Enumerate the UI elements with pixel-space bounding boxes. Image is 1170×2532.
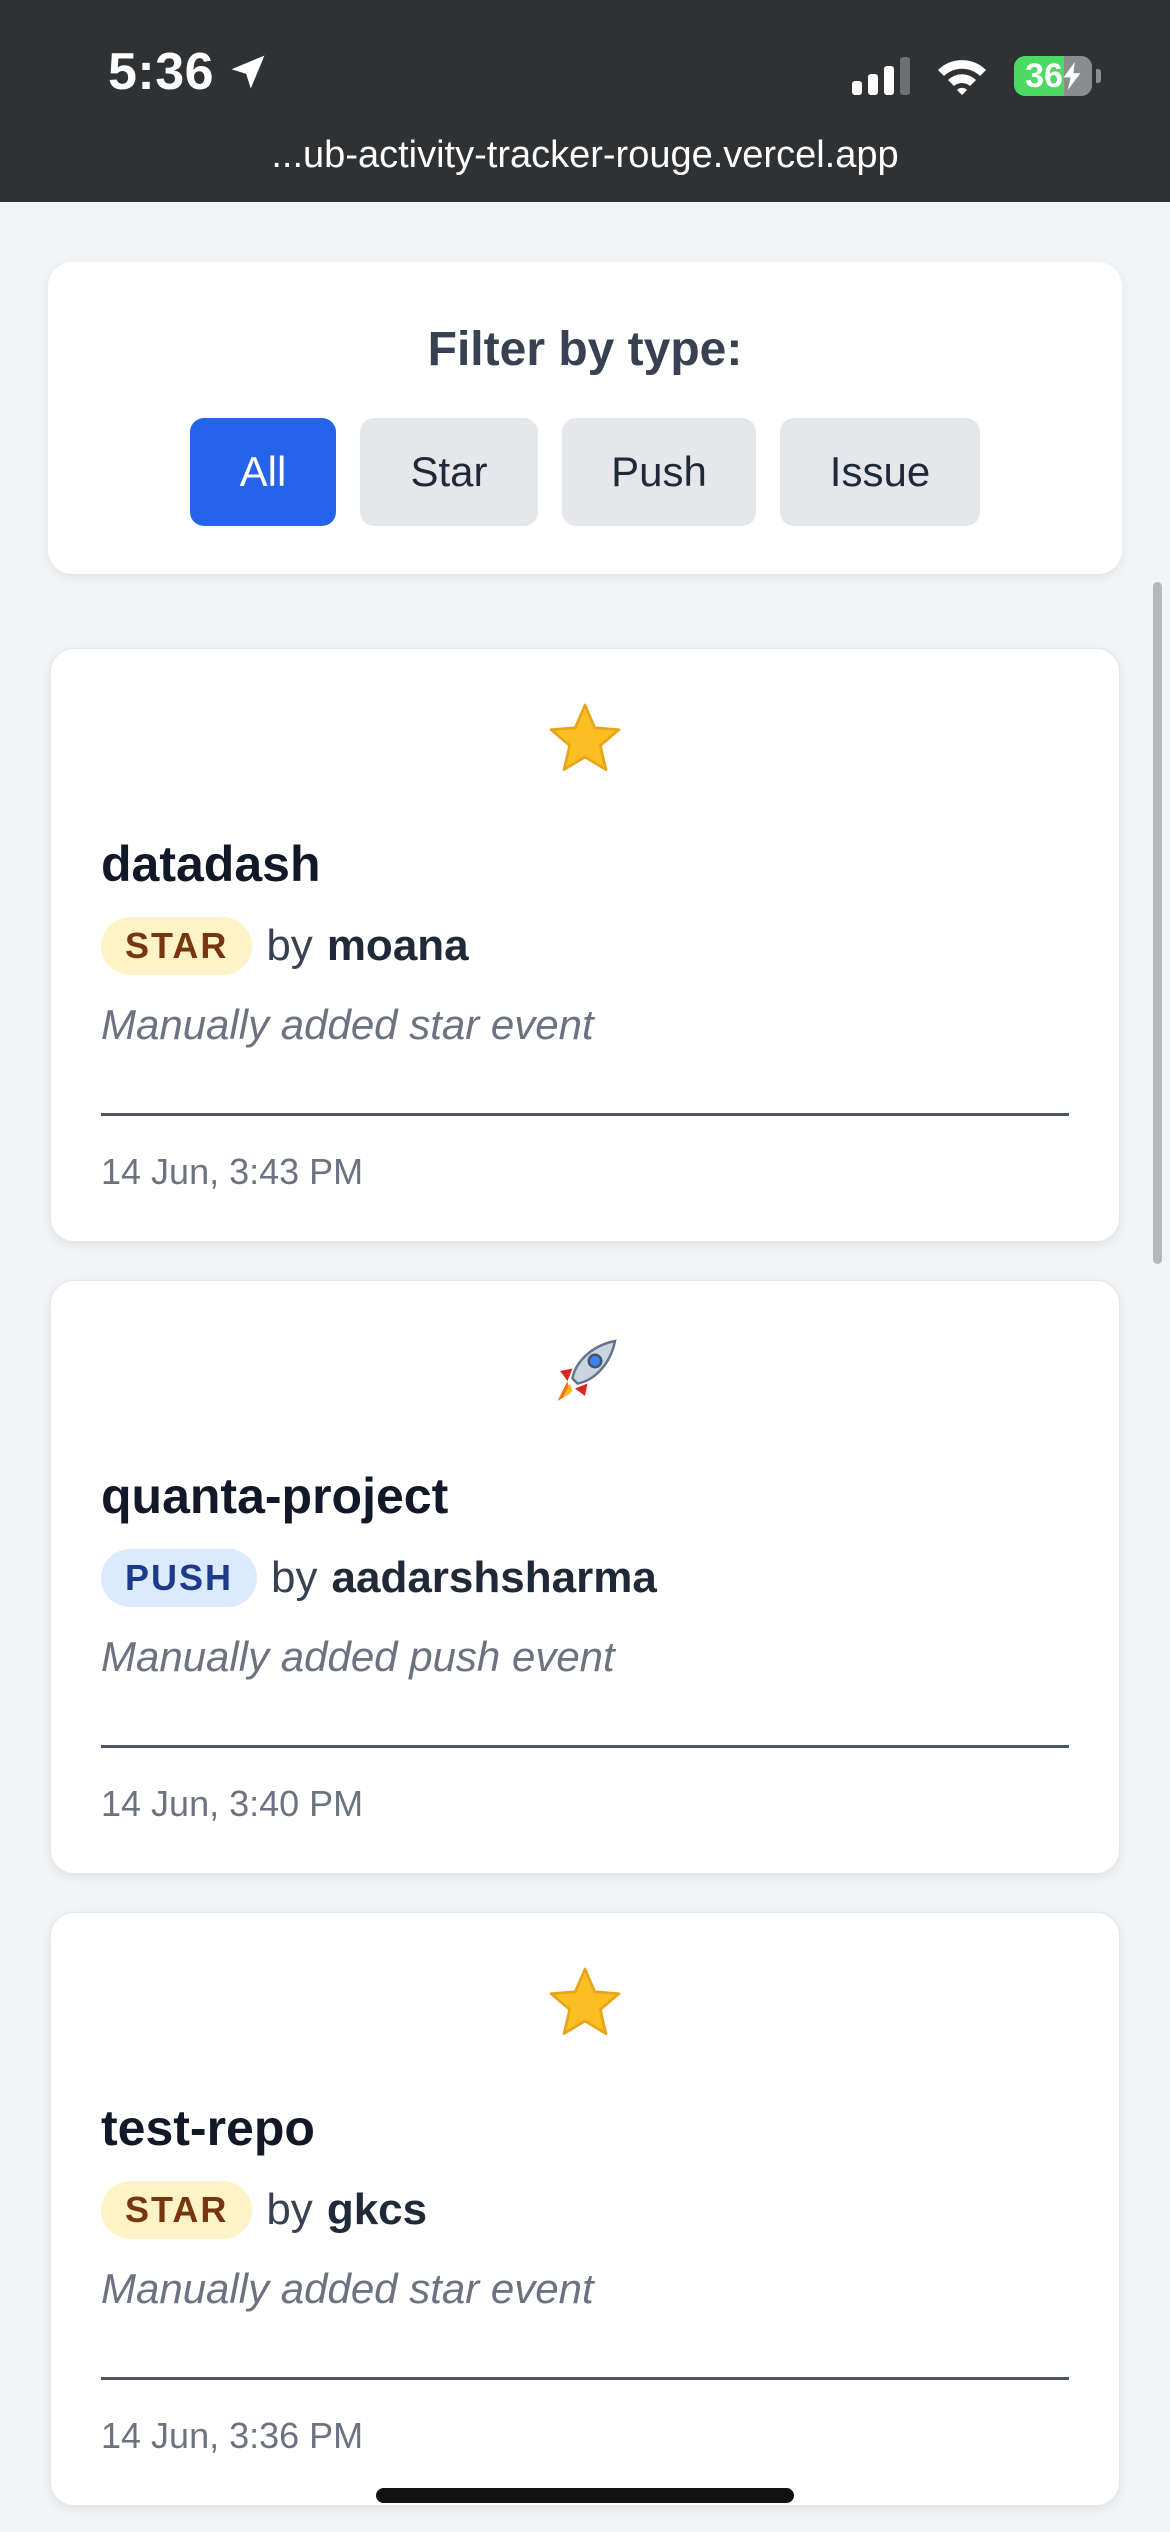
event-description: Manually added star event — [101, 2265, 594, 2312]
star-icon — [549, 1967, 621, 2035]
repo-name[interactable]: test-repo — [101, 2099, 315, 2157]
event-card: quanta-project PUSH by aadarshsharma Man… — [50, 1280, 1120, 1874]
event-meta: STAR by moana — [101, 917, 469, 975]
event-icon — [51, 1331, 1119, 1411]
event-meta: PUSH by aadarshsharma — [101, 1549, 657, 1607]
event-timestamp: 14 Jun, 3:40 PM — [101, 1783, 364, 1824]
battery-level: 36 — [1025, 57, 1081, 96]
repo-name[interactable]: quanta-project — [101, 1467, 448, 1525]
by-label: by — [266, 921, 313, 970]
filter-push-button[interactable]: Push — [562, 418, 756, 526]
event-card: test-repo STAR by gkcs Manually added st… — [50, 1912, 1120, 2506]
star-icon — [549, 703, 621, 771]
by-label: by — [266, 2185, 313, 2234]
event-icon — [51, 1963, 1119, 2043]
status-icons: 36 — [852, 56, 1101, 96]
divider — [101, 2377, 1069, 2380]
filter-star-button[interactable]: Star — [360, 418, 538, 526]
wifi-icon — [938, 60, 986, 95]
event-meta: STAR by gkcs — [101, 2181, 427, 2239]
event-description: Manually added push event — [101, 1633, 615, 1680]
filter-title: Filter by type: — [427, 323, 743, 376]
filter-issue-button[interactable]: Issue — [780, 418, 980, 526]
event-user: aadarshsharma — [331, 1553, 657, 1602]
divider — [101, 1113, 1069, 1116]
battery-charging-icon: 36 — [1014, 56, 1101, 96]
scrollbar[interactable] — [1153, 582, 1162, 1264]
event-type-badge: STAR — [101, 917, 253, 975]
event-user: gkcs — [326, 2185, 428, 2234]
event-card: datadash STAR by moana Manually added st… — [50, 648, 1120, 1242]
home-indicator[interactable] — [376, 2488, 794, 2503]
event-timestamp: 14 Jun, 3:43 PM — [101, 1151, 364, 1192]
event-user: moana — [326, 921, 469, 970]
filter-all-button[interactable]: All — [190, 418, 336, 526]
battery-level-text: 36 — [1025, 56, 1063, 95]
event-description: Manually added star event — [101, 1001, 594, 1048]
filter-button-group: All Star Push Issue — [48, 418, 1122, 526]
signal-icon — [852, 57, 910, 95]
event-timestamp: 14 Jun, 3:36 PM — [101, 2415, 364, 2456]
bolt-icon — [1063, 62, 1081, 90]
location-arrow-icon — [231, 55, 265, 89]
by-label: by — [271, 1553, 318, 1602]
repo-name[interactable]: datadash — [101, 835, 321, 893]
url-bar[interactable]: ...ub-activity-tracker-rouge.vercel.app — [0, 134, 1170, 177]
rocket-icon — [557, 1339, 617, 1401]
event-icon — [51, 699, 1119, 779]
status-time-text: 5:36 — [108, 43, 215, 101]
event-type-badge: PUSH — [101, 1549, 258, 1607]
event-type-badge: STAR — [101, 2181, 253, 2239]
filter-panel: Filter by type: All Star Push Issue — [48, 262, 1122, 574]
divider — [101, 1745, 1069, 1748]
browser-top-bar: 5:36 36 ...ub-activity-tracker-rouge.ver… — [0, 0, 1170, 202]
battery-nub — [1096, 69, 1101, 83]
status-time: 5:36 — [108, 42, 270, 102]
